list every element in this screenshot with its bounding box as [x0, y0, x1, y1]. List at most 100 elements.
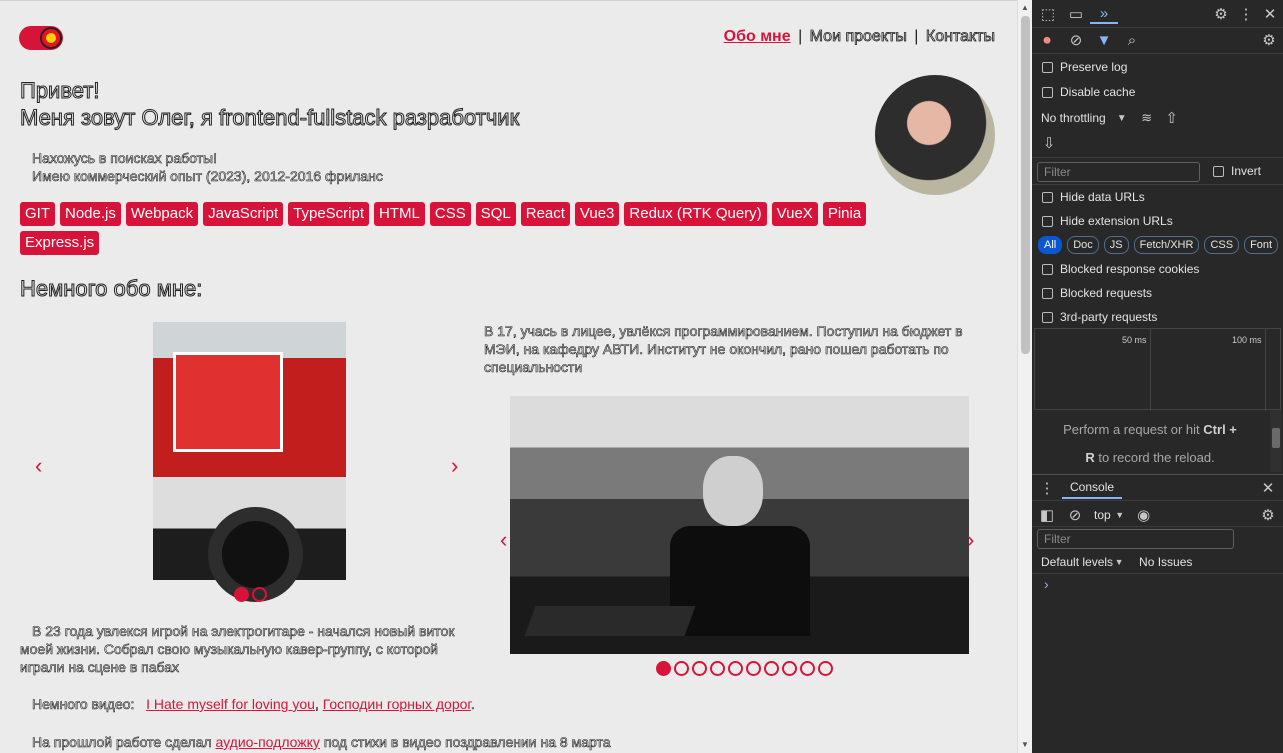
carousel1-dot[interactable]: [252, 587, 267, 602]
audio-link[interactable]: аудио-подложку: [216, 734, 320, 750]
theme-toggle[interactable]: [19, 26, 63, 50]
skill-tag: SQL: [475, 202, 516, 226]
close-icon[interactable]: ✕: [1257, 5, 1283, 23]
filter-chip-font[interactable]: Font: [1244, 236, 1279, 254]
carousel2-dot[interactable]: [710, 661, 725, 676]
blocked-requests-checkbox[interactable]: Blocked requests: [1042, 285, 1283, 301]
network-toolbar: ⏺ ⊘ ▼ ⌕ ⚙: [1032, 30, 1283, 50]
blocked-cookies-checkbox[interactable]: Blocked response cookies: [1042, 261, 1283, 277]
hero-heading: Привет! Меня зовут Олег, я frontend-full…: [19, 77, 520, 131]
skill-tag: Express.js: [20, 231, 100, 255]
school-paragraph: В 17, учась в лицее, увлёкся программиро…: [484, 323, 963, 376]
sun-icon: [40, 27, 62, 49]
clear-console-icon[interactable]: ⊘: [1062, 506, 1088, 524]
network-settings-icon[interactable]: ⚙: [1255, 31, 1283, 49]
console-settings-icon[interactable]: ⚙: [1253, 506, 1283, 524]
network-conditions-icon[interactable]: ≋: [1132, 110, 1162, 126]
carousel2-dot[interactable]: [818, 661, 833, 676]
carousel2-dot[interactable]: [656, 661, 671, 676]
carousel2-next-button[interactable]: ›: [967, 527, 974, 553]
scroll-up-icon[interactable]: ▲: [1021, 3, 1029, 12]
intro-text: Нахожусь в поисках работы! Имею коммерче…: [32, 149, 383, 185]
skill-tag: TypeScript: [288, 202, 370, 226]
more-options-icon[interactable]: ⋮: [1235, 5, 1257, 23]
scrollbar-thumb[interactable]: [1021, 16, 1030, 354]
page-title: Меня зовут Олег, я frontend-fullstack ра…: [19, 105, 520, 131]
throttling-select[interactable]: No throttling: [1041, 111, 1106, 125]
empty-network-hint: Perform a request or hit Ctrl + R to rec…: [1032, 416, 1268, 472]
video-link-hate-myself[interactable]: I Hate myself for loving you: [146, 696, 315, 712]
disable-cache-checkbox[interactable]: Disable cache: [1042, 84, 1283, 100]
network-filter-input[interactable]: Filter: [1037, 162, 1200, 182]
skills-tag-list: GIT Node.js Webpack JavaScript TypeScript HTM…: [20, 202, 920, 255]
default-levels-select[interactable]: Default levels: [1041, 555, 1113, 569]
computer-desk-photo: [510, 396, 969, 654]
invert-checkbox[interactable]: Invert: [1213, 164, 1283, 178]
nav-separator: |: [798, 28, 803, 45]
invert-label: Invert: [1231, 164, 1262, 178]
carousel1-prev-button[interactable]: ‹: [35, 453, 42, 479]
carousel1-dot[interactable]: [234, 587, 249, 602]
video-link-mountain-roads[interactable]: Господин горных дорог: [323, 696, 471, 712]
record-icon[interactable]: ⏺: [1032, 32, 1062, 49]
filter-icon[interactable]: ▼: [1090, 32, 1118, 49]
greeting-text: Привет!: [19, 78, 100, 104]
filter-chip-doc[interactable]: Doc: [1067, 236, 1099, 254]
console-tab[interactable]: Console: [1062, 477, 1123, 499]
nav-contacts-link[interactable]: Контакты: [925, 28, 995, 46]
device-toolbar-icon[interactable]: ▭: [1062, 5, 1090, 23]
settings-icon[interactable]: ⚙: [1207, 5, 1235, 23]
work-prefix: На прошлой работе сделал: [32, 734, 212, 751]
hint-text: Perform a request or hit: [1063, 422, 1200, 437]
issues-counter[interactable]: No Issues: [1139, 555, 1192, 569]
filter-chip-css[interactable]: CSS: [1204, 236, 1240, 254]
hint-text: to record the reload.: [1098, 450, 1215, 465]
page-scrollbar[interactable]: ▲ ▼: [1017, 0, 1032, 753]
filter-chip-fetchxhr[interactable]: Fetch/XHR: [1133, 236, 1200, 254]
devtools-top-toolbar: ⬚ ▭ » ⚙ ⋮ ✕: [1032, 4, 1283, 24]
skill-tag: Vue3: [574, 202, 620, 226]
hide-extension-urls-checkbox[interactable]: Hide extension URLs: [1042, 213, 1283, 229]
filter-chip-all[interactable]: All: [1038, 236, 1063, 254]
carousel2-dot[interactable]: [674, 661, 689, 676]
carousel2-dot[interactable]: [728, 661, 743, 676]
carousel1-next-button[interactable]: ›: [451, 453, 458, 479]
context-select[interactable]: top: [1094, 508, 1111, 522]
drawer-menu-icon[interactable]: ⋮: [1032, 479, 1062, 497]
drawer-tabbar: ⋮ Console ✕: [1032, 477, 1283, 499]
console-prompt[interactable]: ›: [1044, 576, 1049, 592]
network-scrollbar[interactable]: [1270, 410, 1282, 472]
carousel2-dot[interactable]: [764, 661, 779, 676]
close-drawer-icon[interactable]: ✕: [1253, 479, 1283, 497]
clear-icon[interactable]: ⊘: [1062, 31, 1090, 49]
nav-about-link[interactable]: Обо мне: [724, 28, 791, 45]
search-icon[interactable]: ⌕: [1118, 32, 1146, 49]
carousel2-dot[interactable]: [692, 661, 707, 676]
scroll-down-icon[interactable]: ▼: [1021, 740, 1029, 749]
live-expression-icon[interactable]: ◉: [1129, 506, 1159, 524]
carousel2-dot[interactable]: [746, 661, 761, 676]
top-nav: Обо мне | Мои проекты | Контакты: [724, 28, 996, 46]
filter-chip-js[interactable]: JS: [1103, 236, 1129, 254]
import-har-icon[interactable]: ⇧: [1162, 109, 1182, 127]
throttling-row: No throttling ▼ ≋ ⇧: [1041, 109, 1283, 127]
export-har-icon[interactable]: ⇩: [1041, 134, 1057, 152]
network-overview-timeline[interactable]: 50 ms 100 ms: [1034, 328, 1281, 411]
carousel2-dot[interactable]: [782, 661, 797, 676]
carousel2-prev-button[interactable]: ‹: [500, 527, 507, 553]
context-dropdown-icon[interactable]: ▼: [1111, 510, 1129, 520]
skill-tag: GIT: [20, 202, 55, 226]
inspect-element-icon[interactable]: ⬚: [1034, 5, 1062, 23]
tick-50ms: 50 ms: [1122, 335, 1147, 345]
carousel2-dot[interactable]: [800, 661, 815, 676]
levels-dropdown-icon[interactable]: ▼: [1113, 557, 1125, 567]
console-filter-input[interactable]: Filter: [1037, 529, 1234, 549]
more-tabs-icon[interactable]: »: [1090, 5, 1118, 24]
hide-data-urls-checkbox[interactable]: Hide data URLs: [1042, 189, 1283, 205]
nav-projects-link[interactable]: Мои проекты: [809, 28, 907, 46]
third-party-checkbox[interactable]: 3rd-party requests: [1042, 309, 1283, 325]
sidebar-toggle-icon[interactable]: ◧: [1032, 506, 1062, 524]
skill-tag: Node.js: [60, 202, 121, 226]
preserve-log-checkbox[interactable]: Preserve log: [1042, 59, 1283, 75]
dropdown-arrow-icon[interactable]: ▼: [1112, 113, 1132, 124]
